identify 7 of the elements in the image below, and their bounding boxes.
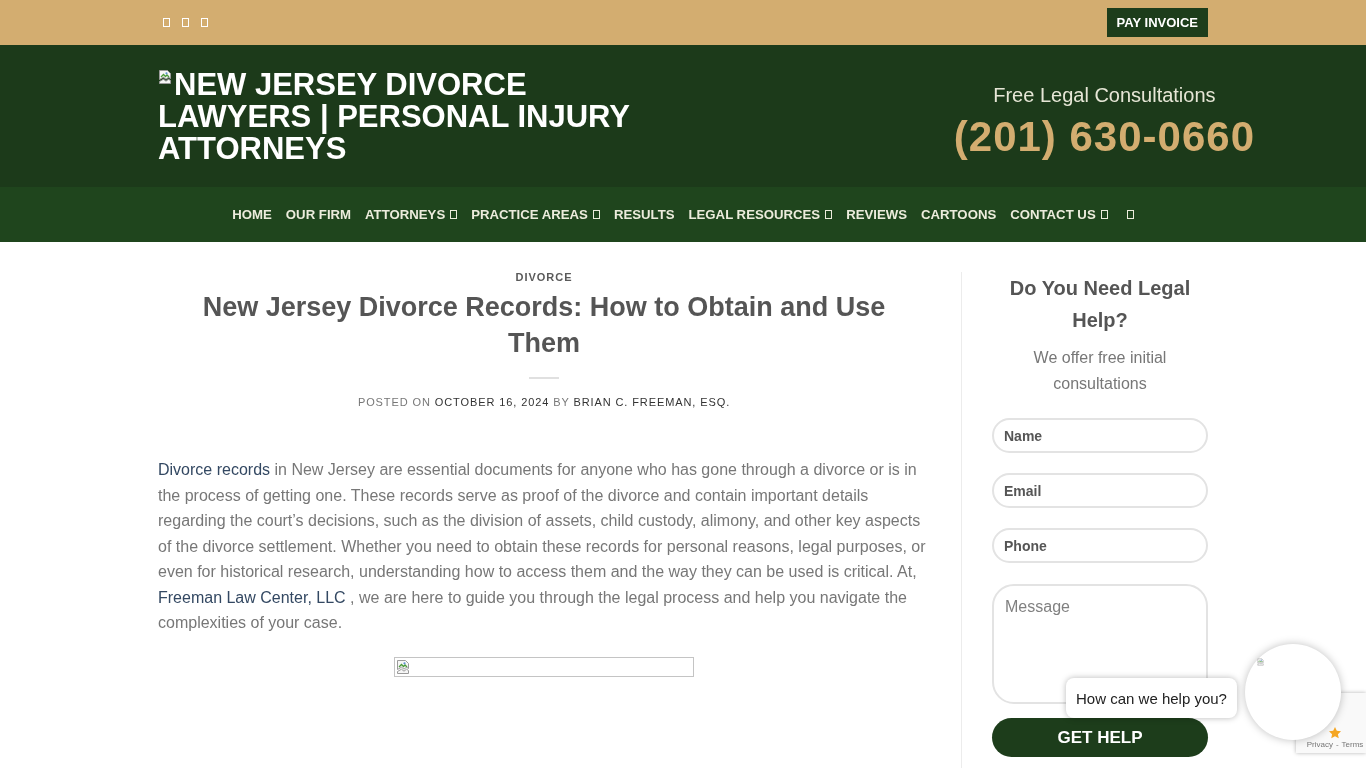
post-meta: POSTED ON OCTOBER 16, 2024 BY BRIAN C. FREEMAN, ESQ. [357, 395, 731, 410]
article-title: New Jersey Divorce Records: How to Obtain and Use Them [201, 291, 887, 360]
tagline-text: Free Legal Consultations [993, 83, 1216, 107]
article-paragraph: Divorce records in New Jersey are essential documents for anyone who has gone through a divorce or is in the process of getting one. These records serve as proof of the divorce and contain important details regarding the court’s decisions, such as the division of assets, child custody, alimony, and other key aspects of the divorce settlement. Whether you need to obtain these records for personal reasons, legal purposes, or even for historical research, understanding how to access them and the way they can be used is critical. At, Freeman Law Center, LLC , we are here to guide you through the legal process and help you navigate the complexities of your case. [158, 460, 927, 633]
sidebar-heading: Do You Need Legal Help? [1008, 276, 1192, 333]
link-separator: - [1335, 740, 1339, 750]
sidebar-subheading: We offer free initial consultations [1032, 348, 1168, 394]
